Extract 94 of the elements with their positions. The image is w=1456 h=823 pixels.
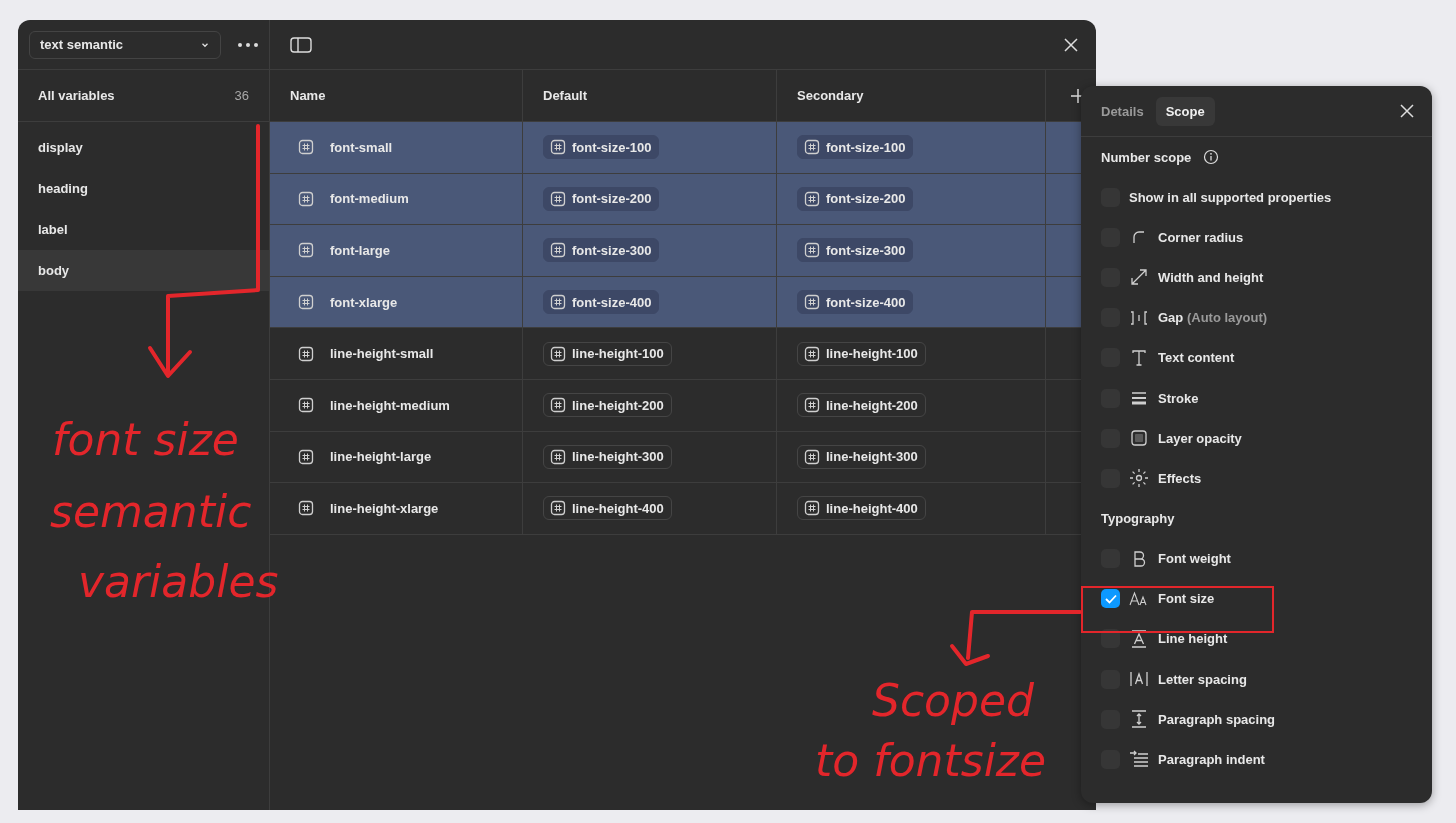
variable-name: font-xlarge [330, 294, 398, 310]
variable-alias-pill: line-height-200 [543, 393, 672, 418]
close-icon[interactable] [1064, 37, 1078, 52]
all-variables-item[interactable]: All variables 36 [18, 70, 269, 122]
section-title: Typography [1101, 511, 1175, 526]
column-header: Default [523, 70, 777, 121]
more-icon[interactable] [237, 41, 259, 48]
number-variable-icon [550, 500, 566, 517]
column-header: Name [270, 70, 523, 121]
opacity-icon [1129, 428, 1149, 449]
variable-alias-pill: font-size-200 [797, 186, 914, 211]
number-variable-icon [804, 139, 820, 156]
variable-count: 36 [234, 88, 249, 103]
scope-option-label: Show in all supported properties [1129, 189, 1332, 205]
variable-alias-pill: font-size-100 [543, 135, 660, 160]
number-variable-icon [550, 242, 566, 259]
number-variable-icon [298, 294, 314, 311]
group-item[interactable]: display [18, 127, 269, 168]
number-variable-icon [804, 397, 820, 414]
collection-dropdown[interactable]: text semantic [29, 30, 221, 59]
scope-option-label: Font size [1158, 591, 1215, 607]
scope-option-label: Line height [1158, 631, 1228, 647]
section-title: Number scope [1101, 149, 1192, 165]
scope-option-label: Paragraph indent [1158, 752, 1265, 768]
variable-alias-pill: font-size-400 [797, 290, 914, 315]
variable-alias-pill: line-height-400 [543, 496, 672, 521]
annotation-text: to fontsize [815, 735, 1047, 786]
group-item[interactable]: body [18, 250, 269, 291]
variable-name: line-height-medium [330, 397, 450, 413]
variable-name: line-height-small [330, 346, 434, 362]
variable-name: line-height-large [330, 449, 432, 465]
resize-arrow-icon [1129, 267, 1149, 288]
number-variable-icon [804, 500, 820, 517]
group-item[interactable]: heading [18, 168, 269, 209]
number-variable-icon [298, 448, 314, 465]
number-variable-icon [298, 500, 314, 517]
variable-alias-pill: line-height-200 [797, 393, 926, 418]
close-icon[interactable] [1400, 104, 1414, 118]
number-variable-icon [804, 242, 820, 259]
number-variable-icon [550, 190, 566, 207]
scope-option-label: Effects [1158, 470, 1202, 486]
scope-option-label: Letter spacing [1158, 671, 1247, 687]
number-variable-icon [298, 397, 314, 414]
scope-option-label: Stroke [1158, 390, 1199, 406]
annotation-text: variables [78, 556, 279, 607]
number-variable-icon [550, 294, 566, 311]
panel-tab[interactable]: Scope [1155, 96, 1215, 126]
sun-icon [1129, 468, 1149, 489]
number-variable-icon [804, 294, 820, 311]
scope-option-label: Corner radius [1158, 229, 1244, 245]
annotation-text: Scoped [872, 675, 1034, 726]
variable-alias-pill: font-size-400 [543, 290, 660, 315]
paragraph-indent-icon [1129, 749, 1149, 770]
variable-alias-pill: line-height-400 [797, 496, 926, 521]
number-variable-icon [804, 345, 820, 362]
variable-alias-pill: line-height-300 [797, 444, 926, 469]
variable-alias-pill: font-size-300 [797, 238, 914, 263]
variable-alias-pill: line-height-100 [797, 341, 926, 366]
annotation-text: semantic [50, 486, 252, 537]
annotation-text: font size [52, 414, 239, 465]
scope-option-label: Layer opacity [1158, 430, 1242, 446]
variable-alias-pill: line-height-300 [543, 444, 672, 469]
number-variable-icon [298, 345, 314, 362]
variable-alias-pill: font-size-100 [797, 135, 914, 160]
number-variable-icon [550, 139, 566, 156]
variable-name: font-medium [330, 191, 409, 207]
variable-alias-pill: font-size-300 [543, 238, 660, 263]
scope-option-label: Width and height [1158, 269, 1264, 285]
sidebar-toggle-icon[interactable] [290, 36, 312, 53]
scope-option-label: Text content [1158, 350, 1235, 366]
number-variable-icon [804, 190, 820, 207]
number-variable-icon [550, 345, 566, 362]
paragraph-spacing-icon [1129, 709, 1149, 730]
check-icon [1104, 593, 1117, 604]
line-height-icon [1129, 628, 1149, 649]
variable-alias-pill: font-size-200 [543, 186, 660, 211]
group-item[interactable]: label [18, 209, 269, 250]
variable-name: line-height-xlarge [330, 500, 439, 516]
scope-option-label: Font weight [1158, 551, 1231, 567]
text-icon [1129, 347, 1149, 368]
scope-option-label: Paragraph spacing [1158, 711, 1276, 727]
number-variable-icon [298, 242, 314, 259]
variable-name: font-small [330, 139, 393, 155]
number-variable-icon [298, 139, 314, 156]
info-icon[interactable] [1203, 149, 1220, 165]
number-variable-icon [298, 190, 314, 207]
number-variable-icon [550, 448, 566, 465]
scope-option-label: Gap (Auto layout) [1158, 310, 1268, 326]
checkbox[interactable] [1101, 589, 1120, 609]
number-variable-icon [550, 397, 566, 414]
variable-alias-pill: line-height-100 [543, 341, 672, 366]
column-header: Secondary [777, 70, 1046, 121]
number-variable-icon [804, 448, 820, 465]
variable-name: font-large [330, 243, 390, 258]
